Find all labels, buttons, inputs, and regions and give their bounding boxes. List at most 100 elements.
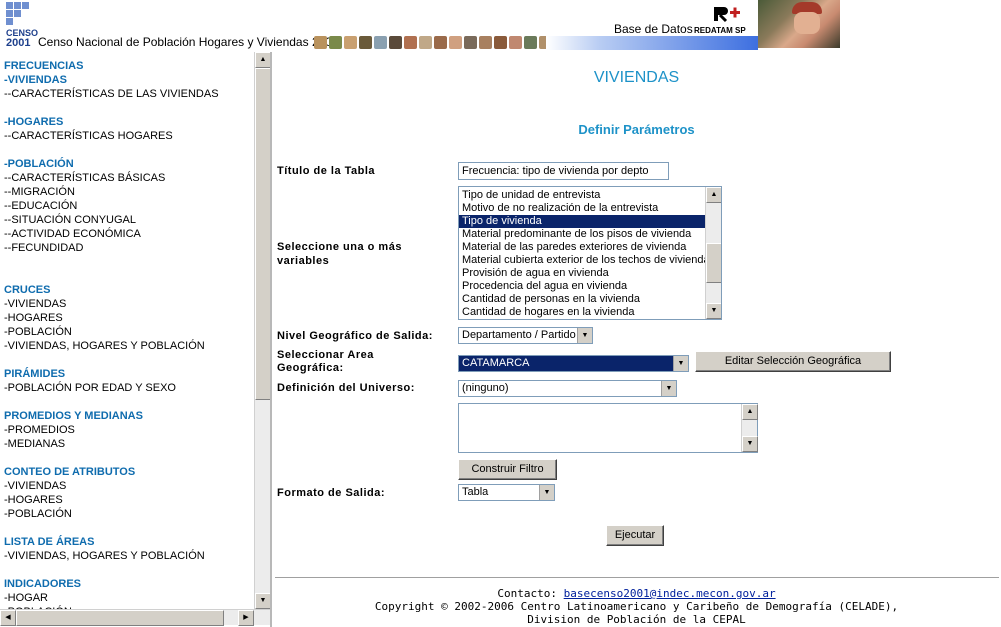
page-title: VIVIENDAS	[593, 69, 680, 86]
scroll-up-icon[interactable]: ▲	[706, 187, 721, 203]
nav-link[interactable]: --CARACTERÍSTICAS DE LAS VIVIENDAS	[4, 87, 254, 101]
scroll-down-icon[interactable]: ▼	[742, 436, 758, 452]
nav-section-title[interactable]: CONTEO DE ATRIBUTOS	[4, 465, 254, 479]
main-frame: VIVIENDAS Definir Parámetros Título de l…	[272, 52, 1001, 627]
universe-label: Definición del Universo:	[277, 382, 415, 394]
nav-link[interactable]: -PROMEDIOS	[4, 423, 254, 437]
geo-area-value: CATAMARCA	[462, 357, 530, 369]
nav-link[interactable]: -POBLACIÓN	[4, 325, 254, 339]
nav-link[interactable]: -MEDIANAS	[4, 437, 254, 451]
contact-label: Contacto:	[497, 587, 564, 600]
nav-section-title[interactable]: INDICADORES	[4, 577, 254, 591]
variable-option[interactable]: Material de las paredes exteriores de vi…	[459, 241, 705, 254]
variables-listbox[interactable]: Tipo de unidad de entrevista Motivo de no…	[458, 186, 722, 320]
variables-label-line2: variables	[277, 255, 330, 267]
geo-area-select[interactable]: CATAMARCA ▼	[458, 355, 689, 372]
geo-level-select[interactable]: Departamento / Partido ▼	[458, 327, 593, 344]
redatam-logo-icon	[714, 7, 740, 23]
nav-link[interactable]: -VIVIENDAS, HOGARES Y POBLACIÓN	[4, 339, 254, 353]
nav-link[interactable]: -HOGARES	[4, 493, 254, 507]
nav-vertical-scrollbar[interactable]: ▲ ▼	[254, 52, 270, 609]
nav-link[interactable]: -VIVIENDAS, HOGARES Y POBLACIÓN	[4, 549, 254, 563]
database-label: Base de Datos	[614, 22, 693, 36]
variable-option[interactable]: Motivo de no realización de la entrevist…	[459, 202, 705, 215]
nav-horizontal-scrollbar[interactable]: ◀ ▶	[0, 609, 270, 626]
scroll-down-icon[interactable]: ▼	[706, 303, 721, 319]
site-header: CENSO 2001 Censo Nacional de Población H…	[0, 0, 1001, 50]
nav-link[interactable]: --EDUCACIÓN	[4, 199, 254, 213]
chevron-down-icon[interactable]: ▼	[577, 328, 592, 343]
nav-scroll-thumb[interactable]	[255, 68, 270, 400]
edit-geo-selection-button[interactable]: Editar Selección Geográfica	[695, 351, 891, 372]
nav-section-title[interactable]: PIRÁMIDES	[4, 367, 254, 381]
nav-link[interactable]: -HOGARES	[4, 311, 254, 325]
nav-link[interactable]: -HOGAR	[4, 591, 254, 605]
nav-section-title[interactable]: -POBLACIÓN	[4, 157, 254, 171]
chevron-down-icon[interactable]: ▼	[539, 485, 554, 500]
variable-option[interactable]: Material cubierta exterior de los techos…	[459, 254, 710, 267]
chevron-down-icon[interactable]: ▼	[661, 381, 676, 396]
variable-option[interactable]: Tipo de vivienda	[459, 215, 705, 228]
scroll-left-icon[interactable]: ◀	[0, 610, 16, 626]
nav-section-title[interactable]: CRUCES	[4, 283, 254, 297]
nav-link[interactable]: --FECUNDIDAD	[4, 241, 254, 255]
face-thumbnail	[374, 36, 387, 49]
footer-division: Division de Población de la CEPAL	[527, 613, 746, 626]
face-thumbnail	[509, 36, 522, 49]
navigation-menu: FRECUENCIAS -VIVIENDAS --CARACTERÍSTICAS D…	[4, 59, 254, 619]
variable-option[interactable]: Cantidad de personas en la vivienda	[459, 293, 705, 306]
navigation-frame: FRECUENCIAS -VIVIENDAS --CARACTERÍSTICAS D…	[0, 52, 270, 627]
nav-link[interactable]: --CARACTERÍSTICAS BÁSICAS	[4, 171, 254, 185]
nav-link[interactable]: --MIGRACIÓN	[4, 185, 254, 199]
nav-link[interactable]: --SITUACIÓN CONYUGAL	[4, 213, 254, 227]
chevron-down-icon[interactable]: ▼	[673, 356, 688, 371]
nav-section-title[interactable]: PROMEDIOS Y MEDIANAS	[4, 409, 254, 423]
variable-option[interactable]: Cantidad de hogares en la vivienda	[459, 306, 705, 319]
variable-option[interactable]: Material predominante de los pisos de vi…	[459, 228, 705, 241]
variables-scroll-thumb[interactable]	[706, 243, 721, 283]
nav-link[interactable]: -POBLACIÓN POR EDAD Y SEXO	[4, 381, 254, 395]
logo-line2: 2001	[6, 37, 31, 49]
nav-hscroll-thumb[interactable]	[16, 610, 224, 626]
output-format-label: Formato de Salida:	[277, 487, 386, 499]
nav-link[interactable]: -VIVIENDAS	[4, 297, 254, 311]
geo-area-label-line1: Seleccionar Area	[277, 349, 374, 361]
face-thumbnail	[389, 36, 402, 49]
universe-select[interactable]: (ninguno) ▼	[458, 380, 677, 397]
nav-link[interactable]: -VIVIENDAS	[4, 479, 254, 493]
nav-section-title[interactable]: LISTA DE ÁREAS	[4, 535, 254, 549]
scroll-up-icon[interactable]: ▲	[742, 404, 758, 420]
variables-options: Tipo de unidad de entrevista Motivo de no…	[459, 189, 710, 319]
build-filter-button[interactable]: Construir Filtro	[458, 459, 557, 480]
face-strip	[314, 36, 567, 50]
nav-section-title[interactable]: FRECUENCIAS	[4, 59, 254, 73]
nav-link[interactable]: -POBLACIÓN	[4, 507, 254, 521]
execute-button[interactable]: Ejecutar	[606, 525, 664, 546]
nav-link[interactable]: -VIVIENDAS	[4, 73, 254, 87]
censo-2001-logo: CENSO 2001	[6, 2, 38, 49]
scroll-down-icon[interactable]: ▼	[255, 593, 270, 609]
table-title-label: Título de la Tabla	[277, 165, 376, 177]
face-thumbnail	[524, 36, 537, 49]
nav-link[interactable]: --ACTIVIDAD ECONÓMICA	[4, 227, 254, 241]
contact-email-link[interactable]: basecenso2001@indec.mecon.gov.ar	[564, 587, 776, 600]
geo-area-label-line2: Geográfica:	[277, 362, 344, 374]
nav-link[interactable]: --CARACTERÍSTICAS HOGARES	[4, 129, 254, 143]
scroll-right-icon[interactable]: ▶	[238, 610, 254, 626]
variables-label-line1: Seleccione una o más	[277, 241, 402, 253]
variable-option[interactable]: Procedencia del agua en vivienda	[459, 280, 705, 293]
variables-scrollbar[interactable]: ▲ ▼	[705, 187, 721, 319]
footer-copyright: Copyright © 2002-2006 Centro Latinoameri…	[374, 600, 899, 613]
table-title-input[interactable]: Frecuencia: tipo de vivienda por depto	[458, 162, 669, 180]
face-thumbnail	[449, 36, 462, 49]
variable-option[interactable]: Provisión de agua en vivienda	[459, 267, 705, 280]
variable-option[interactable]: Tipo de unidad de entrevista	[459, 189, 705, 202]
nav-section-title[interactable]: -HOGARES	[4, 115, 254, 129]
geo-level-label: Nivel Geográfico de Salida:	[277, 330, 433, 342]
universe-textarea-scrollbar[interactable]: ▲ ▼	[741, 404, 758, 452]
universe-filter-textarea[interactable]: ▲ ▼	[458, 403, 758, 453]
face-thumbnail	[314, 36, 327, 49]
output-format-select[interactable]: Tabla ▼	[458, 484, 555, 501]
face-thumbnail	[464, 36, 477, 49]
scroll-up-icon[interactable]: ▲	[255, 52, 270, 68]
